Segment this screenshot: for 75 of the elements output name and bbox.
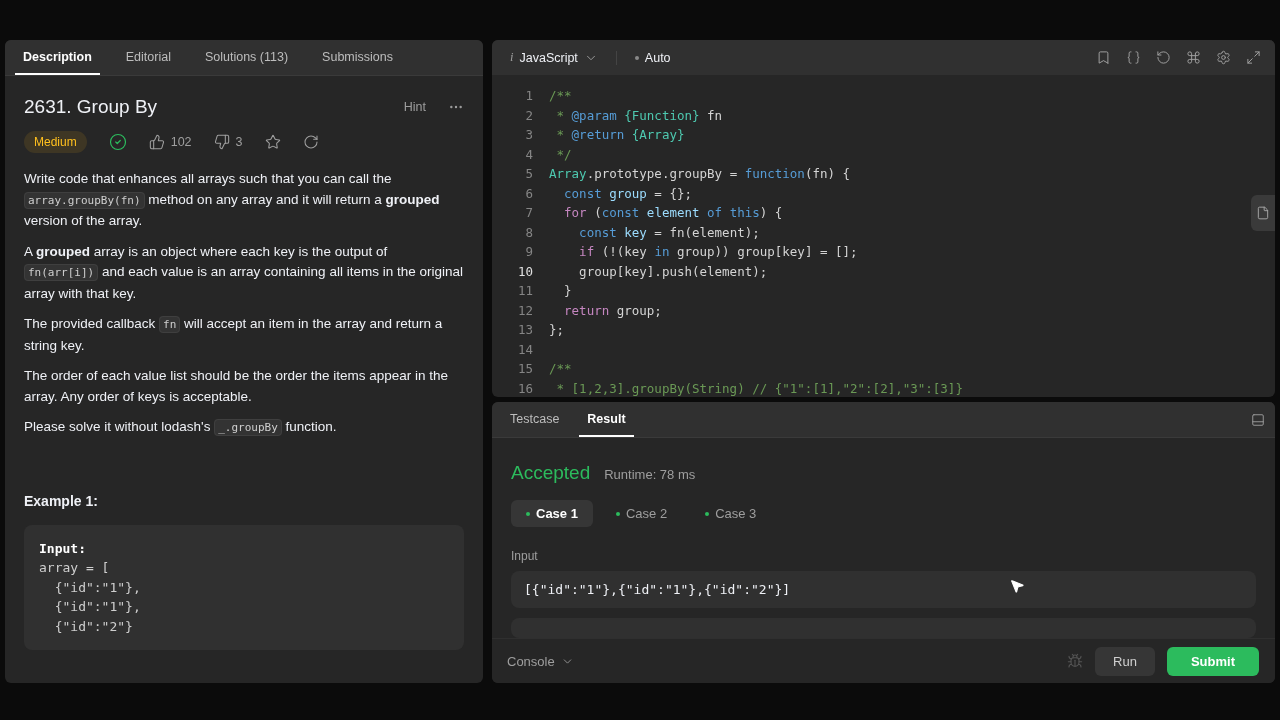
input-label: Input xyxy=(511,549,539,563)
code-line: * @return {Array} xyxy=(555,127,685,143)
side-tab[interactable] xyxy=(1251,195,1275,231)
line-number: 5 xyxy=(524,166,533,182)
line-number: 10 xyxy=(516,263,533,279)
line-number: 6 xyxy=(524,185,533,201)
command-icon xyxy=(1186,50,1201,65)
case-tab[interactable]: Case 2 xyxy=(600,500,683,527)
code-line: */ xyxy=(555,146,572,162)
cursor-icon xyxy=(1009,578,1025,594)
example-block: Input: array = [ {"id":"1"}, {"id":"1"}, {"id":"2"} xyxy=(24,524,464,650)
thumbs-down-icon xyxy=(213,134,230,150)
description-paragraph: Please solve it without lodash's _.groupBy function. xyxy=(24,418,338,438)
line-number: 4 xyxy=(524,146,533,162)
code-line: } xyxy=(563,283,572,299)
share-icon xyxy=(302,134,319,150)
dislike-count: 3 xyxy=(235,135,243,149)
line-number: 14 xyxy=(516,341,533,357)
problem-title: 2631. Group By xyxy=(24,96,158,118)
input-value: [{"id":"1"},{"id":"1"},{"id":"2"}] xyxy=(511,571,1256,608)
runtime-text: Runtime: 78 ms xyxy=(604,467,696,482)
example-heading: Example 1: xyxy=(24,492,99,509)
code-line: const group = {}; xyxy=(563,185,692,201)
auto-mode-toggle[interactable]: Auto xyxy=(634,50,671,65)
language-selector[interactable]: i JavaScript xyxy=(510,50,598,65)
line-number: 1 xyxy=(524,88,533,104)
line-number: 15 xyxy=(516,361,533,377)
braces-icon xyxy=(1126,50,1141,65)
result-tab[interactable]: Testcase xyxy=(502,402,568,437)
reset-icon xyxy=(1156,50,1171,65)
code-line: /** xyxy=(549,88,572,104)
line-number: 13 xyxy=(516,322,533,338)
code-line: /** xyxy=(549,361,572,377)
line-number: 11 xyxy=(516,283,533,299)
settings-icon xyxy=(1216,50,1231,65)
bug-icon xyxy=(1067,653,1084,669)
layout-icon xyxy=(1251,412,1265,427)
description-paragraph: The order of each value list should be the order the items appear in the array. Any order of keys is acceptable. xyxy=(24,367,449,406)
code-line: * @param {Function} fn xyxy=(555,107,723,123)
star-icon xyxy=(264,134,281,150)
panel-tab[interactable]: Solutions (113) xyxy=(196,40,297,75)
line-number: 7 xyxy=(524,205,533,221)
panel-tab[interactable]: Submissions xyxy=(314,40,401,75)
hint-link[interactable]: Hint xyxy=(403,100,426,114)
panel-tab[interactable]: Description xyxy=(15,40,100,75)
code-line: }; xyxy=(549,322,565,338)
thumbs-up-icon xyxy=(148,134,165,150)
description-paragraph: The provided callback fn will accept an item in the array and return a string key. xyxy=(24,315,444,355)
code-line: * [1,2,3].groupBy(String) // {"1":[1],"2":[2],"3":[3]} xyxy=(555,380,963,396)
like-count: 102 xyxy=(170,135,192,149)
difficulty-badge: Medium xyxy=(24,131,87,153)
case-tab[interactable]: Case 3 xyxy=(690,500,772,527)
code-line: const key = fn(element); xyxy=(578,224,760,240)
code-line: for (const element of this) { xyxy=(563,205,783,221)
code-line: group[key].push(element); xyxy=(578,263,768,279)
line-number: 2 xyxy=(524,107,533,123)
case-tab[interactable]: Case 1 xyxy=(511,500,593,527)
file-icon xyxy=(1256,206,1270,220)
console-toggle[interactable]: Console xyxy=(507,653,574,669)
verdict-text: Accepted xyxy=(511,462,591,484)
description-paragraph: A grouped array is an object where each key is the output of fn(arr[i]) and each value is an array containing all items in the original array with that key. xyxy=(24,242,464,303)
line-number: 12 xyxy=(516,302,533,318)
line-number: 16 xyxy=(516,380,533,396)
bookmark-icon xyxy=(1096,50,1111,65)
code-line: if (!(key in group)) group[key] = []; xyxy=(578,244,858,260)
result-tab[interactable]: Result xyxy=(579,402,634,437)
run-button[interactable]: Run xyxy=(1095,646,1155,676)
line-number: 9 xyxy=(524,244,533,260)
panel-tab[interactable]: Editorial xyxy=(117,40,179,75)
line-number: 3 xyxy=(524,127,533,143)
expand-icon xyxy=(1246,50,1261,65)
description-paragraph: Write code that enhances all arrays such that you can call the array.groupBy(fn) method on any array and it will return a grouped version of the array. xyxy=(24,170,441,230)
code-line: Array.prototype.groupBy = function(fn) { xyxy=(549,166,851,182)
code-line: return group; xyxy=(563,302,662,318)
line-number: 8 xyxy=(524,224,533,240)
